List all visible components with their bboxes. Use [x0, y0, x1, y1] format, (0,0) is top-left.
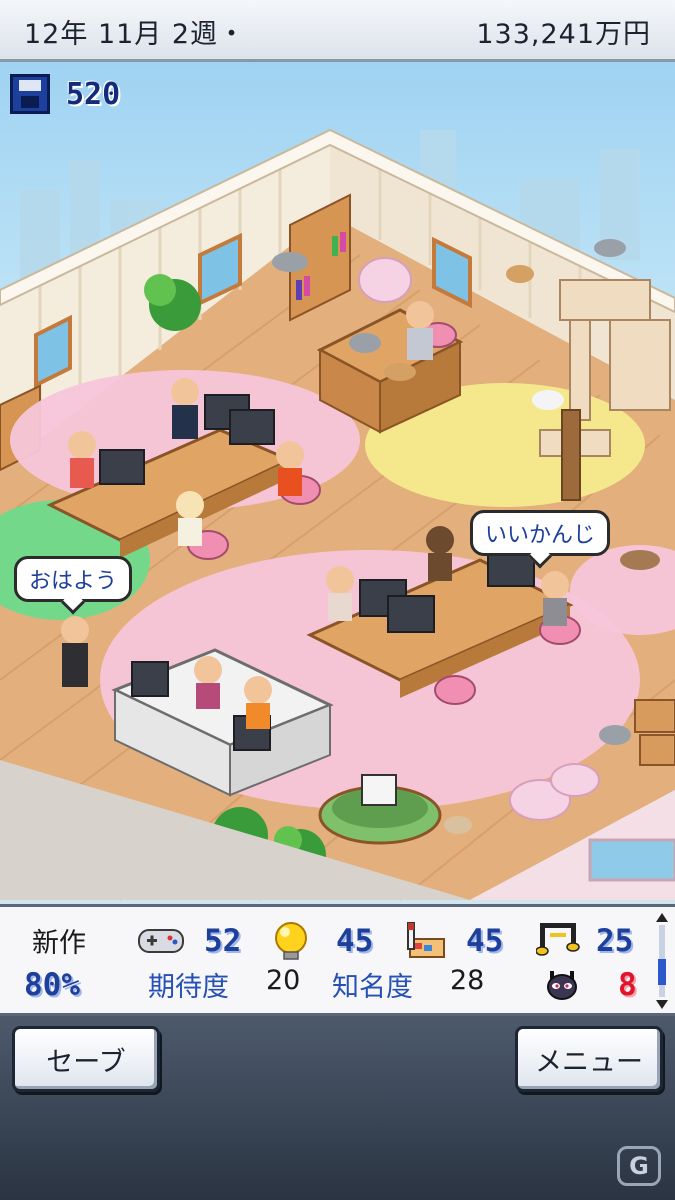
top-status-bar: 12年 11月 2週・ 133,241万円 [0, 0, 675, 62]
bug-icon [547, 971, 577, 1000]
paintbrush-icon [407, 922, 445, 958]
fun-value: 52 [204, 923, 242, 959]
music-note-icon [536, 923, 580, 956]
speech-bubble: いいかんじ [470, 510, 611, 556]
research-points: 520 [10, 72, 120, 116]
creativity-value: 45 [336, 923, 374, 959]
expectation-value: 20 [266, 965, 301, 996]
scroll-down-arrow-icon[interactable] [656, 1000, 668, 1009]
funds-display: 133,241万円 [476, 19, 651, 50]
fame-value: 28 [450, 965, 485, 996]
sound-value: 25 [596, 923, 634, 959]
watermark-logo: G [617, 1146, 661, 1186]
progress-value: 80% [24, 967, 80, 1003]
speech-bubble: おはよう [14, 556, 133, 602]
expectation-label: 期待度 [148, 972, 229, 1003]
stats-scrollbar[interactable] [655, 913, 669, 1009]
floppy-disk-icon [10, 74, 50, 114]
project-label: 新作 [32, 928, 86, 959]
bottom-button-bar: セーブ メニュー G [0, 1016, 675, 1200]
lightbulb-icon [275, 922, 307, 960]
menu-button[interactable]: メニュー [515, 1026, 663, 1092]
save-button[interactable]: セーブ [12, 1026, 160, 1092]
scroll-up-arrow-icon[interactable] [656, 913, 668, 922]
game-date: 12年 11月 2週・ [24, 19, 247, 50]
gamepad-icon [138, 929, 184, 953]
project-stats-panel[interactable]: 新作 80% 52 45 45 25 期待度 20 知名度 28 8 [0, 904, 675, 1016]
office-illustration[interactable] [0, 62, 675, 904]
graphics-value: 45 [466, 923, 504, 959]
bugs-value: 8 [618, 967, 637, 1003]
fame-label: 知名度 [332, 972, 413, 1003]
office-scene[interactable]: 520 おはよう いいかんじ [0, 62, 675, 904]
scroll-thumb[interactable] [658, 959, 666, 985]
research-points-value: 520 [66, 76, 121, 112]
